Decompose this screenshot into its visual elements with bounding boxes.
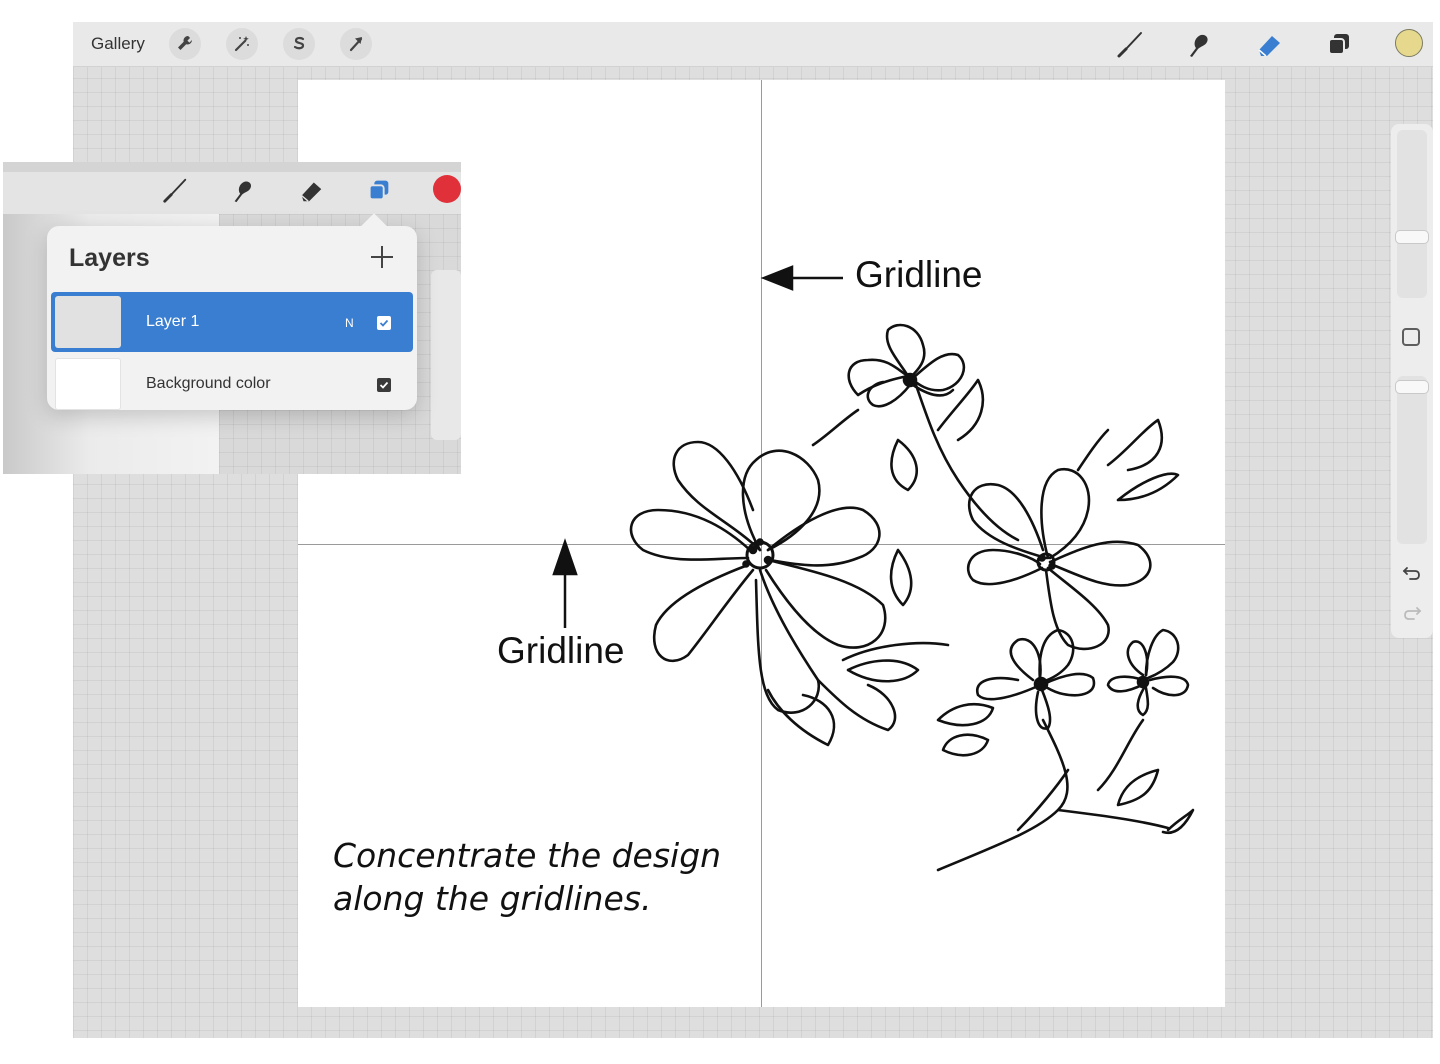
- gridline-label-vertical: Gridline: [855, 254, 983, 295]
- layer-thumbnail: [55, 296, 121, 348]
- undo-icon[interactable]: [1399, 562, 1425, 584]
- eraser-icon[interactable]: [1253, 28, 1285, 60]
- redo-icon[interactable]: [1399, 602, 1425, 624]
- inset-sidebar: [431, 270, 461, 440]
- layer-thumbnail: [55, 358, 121, 410]
- transform-arrow-icon[interactable]: [340, 28, 372, 60]
- brush-size-slider[interactable]: [1397, 130, 1427, 298]
- modify-button[interactable]: [1402, 328, 1420, 346]
- layer-row-layer-1[interactable]: Layer 1 N: [51, 292, 413, 352]
- visibility-checkbox[interactable]: [377, 378, 391, 392]
- magic-wand-icon[interactable]: [226, 28, 258, 60]
- layers-title: Layers: [69, 244, 150, 272]
- smudge-icon[interactable]: [1183, 28, 1215, 60]
- opacity-thumb[interactable]: [1395, 380, 1429, 394]
- layers-panel: Layers Layer 1 N Background color: [47, 226, 417, 410]
- eraser-icon[interactable]: [295, 174, 327, 206]
- caption-line-1: Concentrate the design: [333, 836, 722, 875]
- visibility-checkbox[interactable]: [377, 316, 391, 330]
- gallery-button[interactable]: Gallery: [91, 34, 145, 54]
- smudge-icon[interactable]: [227, 174, 259, 206]
- opacity-slider[interactable]: [1397, 376, 1427, 544]
- layers-icon[interactable]: [1323, 28, 1355, 60]
- top-toolbar: Gallery: [73, 22, 1433, 67]
- brush-icon[interactable]: [1114, 28, 1146, 60]
- layer-name: Background color: [146, 375, 271, 392]
- blend-mode-button[interactable]: N: [345, 316, 354, 330]
- color-swatch[interactable]: [1395, 29, 1423, 57]
- inset-toolbar: [3, 172, 461, 214]
- selection-s-icon[interactable]: [283, 28, 315, 60]
- layer-name: Layer 1: [146, 313, 200, 330]
- brush-size-thumb[interactable]: [1395, 230, 1429, 244]
- caption: Concentrate the design along the gridlin…: [333, 834, 721, 920]
- caption-line-2: along the gridlines.: [333, 879, 652, 918]
- wrench-icon[interactable]: [169, 28, 201, 60]
- layer-row-background-color[interactable]: Background color: [51, 354, 413, 414]
- color-swatch[interactable]: [433, 175, 461, 203]
- layers-icon[interactable]: [363, 174, 395, 206]
- layers-inset: Layers Layer 1 N Background color: [3, 162, 461, 474]
- gridline-label-horizontal: Gridline: [497, 630, 625, 671]
- add-layer-button[interactable]: [369, 244, 395, 270]
- brush-icon[interactable]: [159, 174, 191, 206]
- right-sidebar: [1391, 124, 1433, 638]
